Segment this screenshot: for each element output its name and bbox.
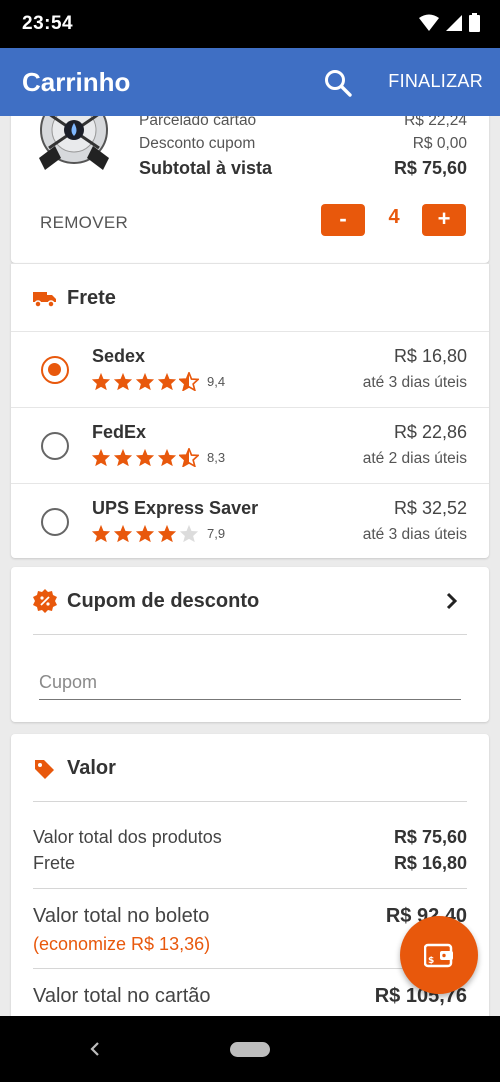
radio-unselected[interactable] xyxy=(41,432,69,460)
rating-stars: 9,4 xyxy=(91,372,225,391)
radio-selected[interactable] xyxy=(41,356,69,384)
checkout-fab[interactable]: $ xyxy=(400,916,478,994)
truck-icon xyxy=(33,292,56,308)
shipping-eta: até 3 dias úteis xyxy=(362,374,467,391)
navigation-bar xyxy=(0,1016,500,1082)
quantity-increase-button[interactable]: + xyxy=(422,204,466,236)
freight-label: Frete xyxy=(33,853,76,873)
savings-text: (economize R$ 13,36) xyxy=(33,934,211,954)
coupon-input[interactable] xyxy=(39,666,461,700)
wallet-icon: $ xyxy=(424,943,453,968)
radio-unselected[interactable] xyxy=(41,508,69,536)
star-icon xyxy=(135,448,155,467)
star-icon xyxy=(157,524,177,543)
card-total-row: Valor total no cartão R$ 105,76 xyxy=(33,985,467,1008)
back-icon[interactable] xyxy=(88,1038,102,1060)
value-title: Valor xyxy=(67,757,116,779)
empty-star-icon xyxy=(179,524,199,543)
rating-value: 8,3 xyxy=(207,450,226,465)
star-icon xyxy=(113,372,133,391)
shipping-option-sedex[interactable]: Sedex 9,4 R$ 16,80 até 3 dias úteis xyxy=(11,331,489,407)
wifi-icon xyxy=(419,14,439,31)
coupon-title: Cupom de desconto xyxy=(67,590,260,612)
half-star-icon xyxy=(179,372,199,391)
quantity-value: 4 xyxy=(388,206,400,228)
battery-icon xyxy=(469,13,480,32)
divider xyxy=(33,801,467,802)
status-icons xyxy=(419,13,480,32)
product-card: Parcelado cartão R$ 22,24 Desconto cupom… xyxy=(11,116,489,263)
signal-icon xyxy=(446,14,462,31)
shipping-price: R$ 22,86 xyxy=(393,422,467,442)
svg-text:$: $ xyxy=(428,956,434,966)
boleto-total-row: Valor total no boleto R$ 92,40 xyxy=(33,905,467,928)
coupon-header[interactable]: Cupom de desconto xyxy=(11,567,489,635)
shipping-title: Frete xyxy=(67,287,116,309)
cart-content[interactable]: Parcelado cartão R$ 22,24 Desconto cupom… xyxy=(0,116,500,1016)
product-image xyxy=(39,116,109,170)
star-icon xyxy=(135,524,155,543)
status-time: 23:54 xyxy=(22,13,74,34)
rating-value: 9,4 xyxy=(207,374,226,389)
quantity-decrease-button[interactable]: - xyxy=(321,204,365,236)
chevron-right-icon xyxy=(446,592,458,610)
star-icon xyxy=(157,372,177,391)
card-total-label: Valor total no cartão xyxy=(33,985,211,1007)
shipping-name: Sedex xyxy=(92,346,146,366)
shipping-option-fedex[interactable]: FedEx 8,3 R$ 22,86 até 2 dias úteis xyxy=(11,407,489,483)
products-total-row: Valor total dos produtos R$ 75,60 xyxy=(33,827,467,848)
subtotal-row: Subtotal à vista R$ 75,60 xyxy=(139,158,467,179)
app-bar: Carrinho FINALIZAR xyxy=(0,48,500,116)
desconto-label: Desconto cupom xyxy=(139,135,256,152)
rating-stars: 7,9 xyxy=(91,524,225,543)
subtotal-value: R$ 75,60 xyxy=(393,158,467,178)
star-icon xyxy=(91,448,111,467)
shipping-price: R$ 16,80 xyxy=(393,346,467,366)
status-bar: 23:54 xyxy=(0,0,500,48)
shipping-name: FedEx xyxy=(92,422,147,442)
desconto-row: Desconto cupom R$ 0,00 xyxy=(139,135,467,153)
shipping-option-ups[interactable]: UPS Express Saver 7,9 R$ 32,52 até 3 dia… xyxy=(11,483,489,559)
boleto-total-label: Valor total no boleto xyxy=(33,905,210,927)
star-icon xyxy=(157,448,177,467)
star-icon xyxy=(135,372,155,391)
subtotal-label: Subtotal à vista xyxy=(139,158,273,178)
coupon-card: Cupom de desconto xyxy=(11,567,489,722)
divider xyxy=(33,888,467,889)
star-icon xyxy=(113,448,133,467)
remove-button[interactable]: REMOVER xyxy=(40,213,128,233)
star-icon xyxy=(113,524,133,543)
star-icon xyxy=(91,372,111,391)
freight-value: R$ 16,80 xyxy=(393,853,467,873)
parcelado-label: Parcelado cartão xyxy=(139,116,257,129)
parcelado-value: R$ 22,24 xyxy=(404,116,467,129)
search-button[interactable] xyxy=(322,67,354,99)
rating-stars: 8,3 xyxy=(91,448,225,467)
half-star-icon xyxy=(179,448,199,467)
shipping-price: R$ 32,52 xyxy=(393,498,467,518)
shipping-name: UPS Express Saver xyxy=(92,498,259,518)
products-total-label: Valor total dos produtos xyxy=(33,827,222,847)
freight-row: Frete R$ 16,80 xyxy=(33,853,467,874)
page-title: Carrinho xyxy=(22,67,131,97)
discount-badge-icon xyxy=(33,589,57,613)
rating-value: 7,9 xyxy=(207,526,226,541)
star-icon xyxy=(91,524,111,543)
divider xyxy=(33,634,467,635)
products-total-value: R$ 75,60 xyxy=(393,827,467,847)
home-pill[interactable] xyxy=(230,1042,270,1057)
parcelado-row: Parcelado cartão R$ 22,24 xyxy=(139,116,467,130)
search-icon xyxy=(325,70,352,97)
shipping-eta: até 2 dias úteis xyxy=(362,450,467,467)
desconto-value: R$ 0,00 xyxy=(412,135,467,152)
shipping-card: Frete Sedex 9,4 R$ 16,80 até 3 dias útei… xyxy=(11,263,489,558)
price-tag-icon xyxy=(35,760,54,779)
finalize-button[interactable]: FINALIZAR xyxy=(388,71,483,92)
shipping-eta: até 3 dias úteis xyxy=(362,526,467,543)
